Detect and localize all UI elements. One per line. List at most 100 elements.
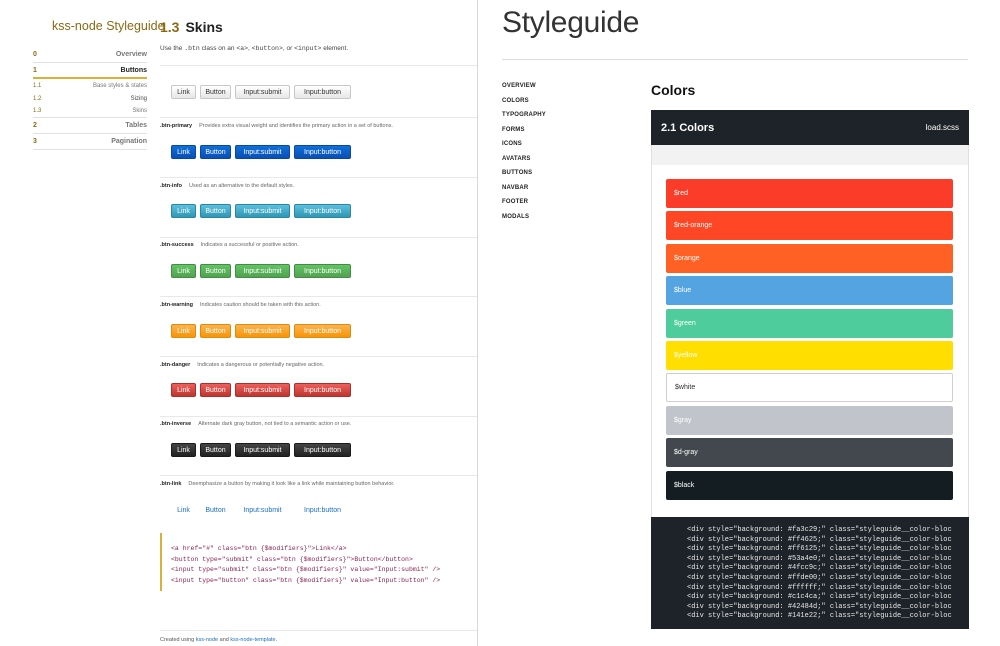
link-button[interactable]: Link [171,204,196,218]
modifier-name: .btn-inverse [160,421,192,427]
link-button[interactable]: Link [171,264,196,278]
desc-text: class on an [199,45,237,52]
input-submit-button[interactable]: Input:submit [235,264,290,278]
nav-item-overview[interactable]: 0 Overview [33,47,147,63]
nav-forms[interactable]: FORMS [502,127,546,142]
code-line: <div style="background: #42484d;" class=… [687,602,952,611]
button-button[interactable]: Button [200,503,231,517]
modifier-warning-header: .btn-warning Indicates caution should be … [160,302,321,308]
kss-node-link[interactable]: kss-node [196,637,218,643]
button-button[interactable]: Button [200,264,231,278]
nav-navbar[interactable]: NAVBAR [502,185,546,200]
link-button[interactable]: Link [171,383,196,397]
modifier-info-header: .btn-info Used as an alternative to the d… [160,183,294,189]
modifier-description: Used as an alternative to the default st… [189,183,295,189]
nav-colors[interactable]: COLORS [502,98,546,113]
input-submit-button[interactable]: Input:submit [235,145,290,159]
input-submit-button[interactable]: Input:submit [235,383,290,397]
divider [160,177,477,178]
input-button-button[interactable]: Input:button [294,443,351,457]
nav-item-tables[interactable]: 2 Tables [33,118,147,134]
button-button[interactable]: Button [200,324,231,338]
panel-filename: load.scss [925,123,959,132]
button-button[interactable]: Button [200,443,231,457]
nav-buttons[interactable]: BUTTONS [502,170,546,185]
panel-title: 2.1 Colors [661,121,715,134]
modifier-description: Indicates a successful or positive actio… [200,242,299,248]
nav-item-number: 1.3 [33,108,42,114]
input-submit-button[interactable]: Input:submit [235,503,290,517]
input-button-button[interactable]: Input:button [294,204,351,218]
modifier-success-header: .btn-success Indicates a successful or po… [160,242,299,248]
code-line: <a href="#" class="btn {$modifiers}">Lin… [171,545,347,552]
code-line: <div style="background: #141e22;" class=… [687,612,952,621]
nav-item-number: 1.2 [33,95,42,102]
nav-subitem-skins[interactable]: 1.3 Skins [33,105,147,118]
nav-avatars[interactable]: AVATARS [502,156,546,171]
kss-node-template-link[interactable]: kss-node-template [230,637,275,643]
nav-typography[interactable]: TYPOGRAPHY [502,112,546,127]
modifier-name: .btn-primary [160,123,193,129]
divider [160,475,477,476]
code-line: <input type="button" class="btn {$modifi… [171,576,441,584]
input-button-button[interactable]: Input:button [294,264,351,278]
nav-subitem-sizing[interactable]: 1.2 Sizing [33,92,147,105]
modifier-name: .btn-link [160,481,182,487]
nav-item-label: Skins [132,108,147,114]
input-button-button[interactable]: Input:button [294,145,351,159]
nav-item-buttons[interactable]: 1 Buttons [33,63,147,79]
styleguide-title: Styleguide [502,6,640,39]
link-button[interactable]: Link [171,443,196,457]
button-row-link: Link Button Input:submit Input:button [171,503,351,517]
nav-item-pagination[interactable]: 3 Pagination [33,134,147,150]
input-submit-button[interactable]: Input:submit [235,85,290,99]
button-button[interactable]: Button [200,145,231,159]
color-swatch-list: $red $red-orange $orange $blue $green $y… [666,179,953,503]
link-button[interactable]: Link [171,85,196,99]
button-row-danger: Link Button Input:submit Input:button [171,383,351,397]
input-button-button[interactable]: Input:button [294,383,351,397]
kss-site-title[interactable]: kss-node Styleguide [52,19,165,33]
title-rule [502,59,968,60]
input-submit-button[interactable]: Input:submit [235,204,290,218]
button-button[interactable]: Button [200,383,231,397]
section-title: Skins [185,19,223,35]
input-submit-button[interactable]: Input:submit [235,443,290,457]
color-swatch: $white [666,373,953,403]
nav-icons[interactable]: ICONS [502,141,546,156]
color-swatch: $black [666,470,953,500]
styleguide-nav: OVERVIEW COLORS TYPOGRAPHY FORMS ICONS A… [502,83,546,228]
color-swatch: $blue [666,276,953,306]
color-swatch: $d-gray [666,438,953,468]
nav-item-label: Tables [125,122,147,129]
footer-credits: Created using kss-node and kss-node-temp… [160,637,277,643]
modifier-link-header: .btn-link Deemphasize a button by making … [160,481,394,487]
divider [160,356,477,357]
modifier-primary-header: .btn-primary Provides extra visual weight… [160,123,393,129]
input-button-button[interactable]: Input:button [294,324,351,338]
section-heading: 1.3 Skins [160,19,223,35]
nav-modals[interactable]: MODALS [502,214,546,229]
input-button-button[interactable]: Input:button [294,503,351,517]
nav-subitem-base-styles[interactable]: 1.1 Base styles & states [33,79,147,92]
button-row-default: Link Button Input:submit Input:button [171,85,351,99]
input-submit-button[interactable]: Input:submit [235,324,290,338]
footer-text: . [275,637,278,643]
divider [160,296,477,297]
link-button[interactable]: Link [171,324,196,338]
code-line: <div style="background: #ff6125;" class=… [687,545,952,554]
nav-overview[interactable]: OVERVIEW [502,83,546,98]
button-button[interactable]: Button [200,85,231,99]
panel-toolbar-strip [651,145,969,165]
button-button[interactable]: Button [200,204,231,218]
input-button-button[interactable]: Input:button [294,85,351,99]
desc-code: <input> [294,45,322,52]
link-button[interactable]: Link [171,503,196,517]
desc-code: <button> [251,45,283,52]
nav-footer[interactable]: FOOTER [502,199,546,214]
styleguide-panel: Styleguide OVERVIEW COLORS TYPOGRAPHY FO… [478,0,1000,646]
code-line: <div style="background: #4fcc9c;" class=… [687,564,952,573]
link-button[interactable]: Link [171,145,196,159]
code-line: <input type="submit" class="btn {$modifi… [171,566,441,573]
nav-item-number: 0 [33,51,37,58]
